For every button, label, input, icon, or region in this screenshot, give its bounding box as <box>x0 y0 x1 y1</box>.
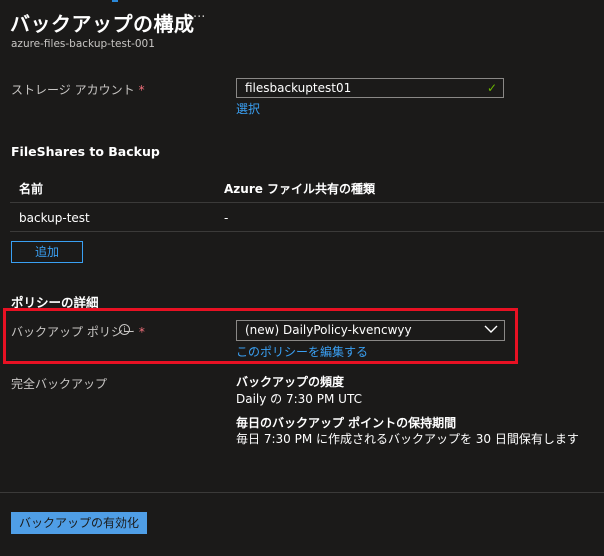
more-options-icon[interactable]: ··· <box>193 10 205 25</box>
storage-account-value: filesbackuptest01 <box>245 81 352 95</box>
retention-value: 毎日 7:30 PM に作成されるバックアップを 30 日間保有します <box>236 432 579 446</box>
table-row-divider <box>10 231 604 232</box>
column-header-name: 名前 <box>19 182 44 196</box>
storage-account-label: ストレージ アカウント * <box>11 81 145 98</box>
page-title: バックアップの構成 <box>10 12 195 36</box>
backup-policy-selected: (new) DailyPolicy-kvencwyy <box>245 323 412 337</box>
column-header-share-type: Azure ファイル共有の種類 <box>224 182 376 196</box>
required-mark: * <box>138 325 145 339</box>
required-mark: * <box>138 83 145 97</box>
retention-title: 毎日のバックアップ ポイントの保持期間 <box>236 416 457 430</box>
backup-frequency-title: バックアップの頻度 <box>236 375 345 389</box>
chevron-down-icon <box>484 325 498 333</box>
fileshares-heading: FileShares to Backup <box>11 144 160 159</box>
top-accent-line <box>112 0 118 2</box>
edit-policy-link[interactable]: このポリシーを編集する <box>236 343 368 360</box>
info-icon[interactable]: i <box>119 324 130 335</box>
full-backup-label: 完全バックアップ <box>11 377 108 391</box>
table-header-divider <box>10 202 604 203</box>
storage-account-label-text: ストレージ アカウント <box>11 83 135 97</box>
add-fileshare-button[interactable]: 追加 <box>11 241 83 263</box>
backup-policy-dropdown[interactable]: (new) DailyPolicy-kvencwyy <box>236 320 505 341</box>
configure-backup-page: バックアップの構成 ··· azure-files-backup-test-00… <box>0 0 604 556</box>
select-storage-link[interactable]: 選択 <box>236 100 260 117</box>
page-subtitle: azure-files-backup-test-001 <box>11 38 155 50</box>
table-cell-name: backup-test <box>19 211 90 225</box>
backup-policy-label-text: バックアップ ポリシー <box>11 325 135 339</box>
table-cell-share-type: - <box>224 211 229 225</box>
check-icon: ✓ <box>486 81 497 95</box>
footer-divider <box>0 492 604 493</box>
enable-backup-button[interactable]: バックアップの有効化 <box>11 512 147 534</box>
backup-frequency-value: Daily の 7:30 PM UTC <box>236 392 362 406</box>
storage-account-field[interactable]: filesbackuptest01 ✓ <box>236 78 504 98</box>
